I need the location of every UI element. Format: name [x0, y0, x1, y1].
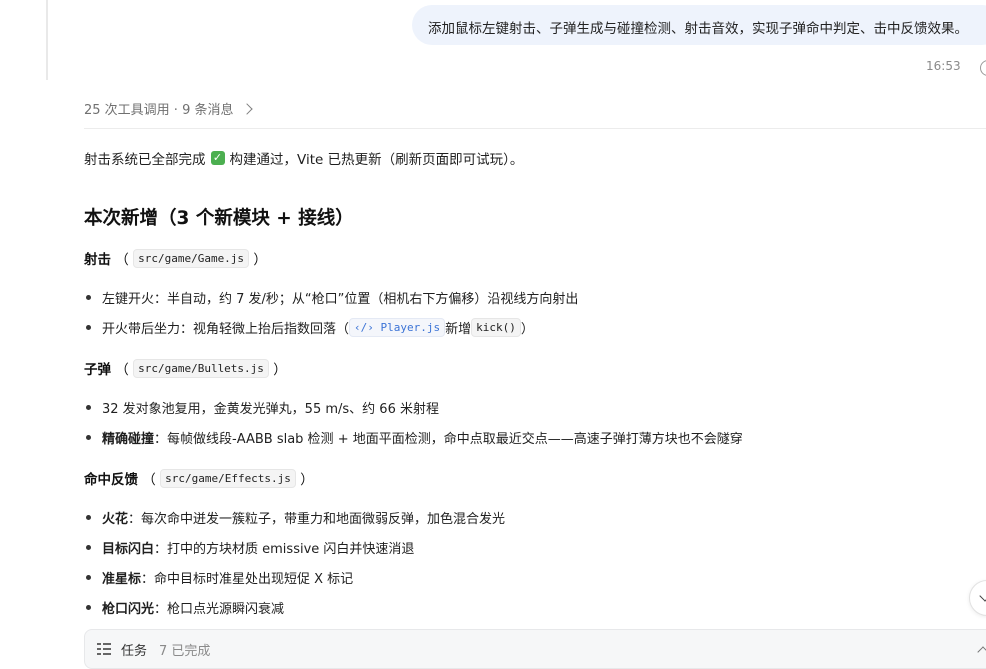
list-item: 目标闪白 ：打中的方块材质 emissive 闪白并快速消退 — [86, 538, 414, 557]
bullet-dot — [86, 575, 91, 580]
intro-line: 射击系统已全部完成 ✓ 构建通过，Vite 已热更新（刷新页面即可试玩）。 — [84, 148, 523, 168]
code-icon: ‹/› — [354, 321, 374, 334]
list-item-bold: 精确碰撞 — [102, 432, 155, 447]
list-item-text: ：每帧做线段-AABB slab 检测 + 地面平面检测，命中点取最近交点——高… — [154, 432, 743, 447]
list-item-text: 左键开火：半自动，约 7 发/秒；从“枪口”位置（相机右下方偏移）沿视线方向射出 — [102, 292, 579, 307]
list-item: 精确碰撞 ：每帧做线段-AABB slab 检测 + 地面平面检测，命中点取最近… — [86, 428, 743, 447]
chevron-right-icon — [241, 102, 254, 115]
file-path-code: src/game/Bullets.js — [133, 358, 269, 378]
bullet-dot — [86, 405, 91, 410]
scroll-to-bottom-button[interactable] — [969, 580, 986, 616]
tasks-label: 任务 — [121, 643, 148, 659]
list-item: 火花 ：每次命中迸发一簇粒子，带重力和地面微弱反弹，加色混合发光 — [86, 508, 505, 527]
user-message-text: 添加鼠标左键射击、子弹生成与碰撞检测、射击音效，实现子弹命中判定、击中反馈效果。 — [428, 21, 968, 37]
list-item-text: ：打中的方块材质 emissive 闪白并快速消退 — [154, 542, 415, 557]
list-item-bold: 准星标 — [102, 572, 142, 587]
tool-calls-summary[interactable]: 25 次工具调用 · 9 条消息 — [84, 99, 254, 118]
tasks-count: 7 已完成 — [159, 643, 211, 659]
list-item-text: 32 发对象池复用，金黄发光弹丸，55 m/s、约 66 米射程 — [102, 402, 439, 417]
chevron-down-icon — [979, 590, 986, 602]
list-item-text: ：每次命中迸发一簇粒子，带重力和地面微弱反弹，加色混合发光 — [128, 512, 506, 527]
copy-icon[interactable] — [980, 60, 986, 76]
list-item: 32 发对象池复用，金黄发光弹丸，55 m/s、约 66 米射程 — [86, 398, 439, 417]
list-item-bold: 枪口闪光 — [102, 602, 155, 617]
bullet-dot — [86, 515, 91, 520]
tasks-panel[interactable]: 任务 7 已完成 — [84, 629, 986, 669]
subsection-title-hit-feedback: 命中反馈 （ src/game/Effects.js ） — [84, 468, 314, 488]
list-item: 开火带后坐力：视角轻微上抬后指数回落（ ‹/› Player.js 新增 kic… — [86, 318, 534, 337]
list-item: 枪口闪光 ：枪口点光源瞬闪衰减 — [86, 598, 284, 617]
divider — [84, 128, 986, 129]
list-item-text: ：枪口点光源瞬闪衰减 — [154, 602, 285, 617]
bullet-dot — [86, 545, 91, 550]
tool-calls-summary-text: 25 次工具调用 · 9 条消息 — [84, 103, 234, 118]
bullet-dot — [86, 325, 91, 330]
subsection-title: 射击 — [84, 252, 111, 268]
list-item-mid: 新增 — [445, 322, 472, 337]
list-item: 准星标 ：命中目标时准星处出现短促 X 标记 — [86, 568, 353, 587]
file-link[interactable]: ‹/› Player.js — [349, 318, 446, 337]
file-link-label: Player.js — [380, 321, 441, 334]
file-path-code: src/game/Effects.js — [160, 468, 296, 488]
list-item-text: 开火带后坐力：视角轻微上抬后指数回落（ — [102, 322, 350, 337]
bullet-dot — [86, 605, 91, 610]
chevron-up-icon[interactable] — [977, 646, 986, 658]
message-time: 16:53 — [926, 59, 961, 73]
bullet-dot — [86, 295, 91, 300]
section-heading: 本次新增（3 个新模块 + 接线） — [84, 208, 354, 229]
left-rule — [46, 0, 48, 80]
list-item-bold: 目标闪白 — [102, 542, 155, 557]
intro-after: 构建通过，Vite 已热更新（刷新页面即可试玩）。 — [229, 152, 524, 168]
bullet-dot — [86, 435, 91, 440]
list-item: 左键开火：半自动，约 7 发/秒；从“枪口”位置（相机右下方偏移）沿视线方向射出 — [86, 288, 578, 307]
list-item-end: ） — [520, 322, 534, 337]
list-item-text: ：命中目标时准星处出现短促 X 标记 — [141, 572, 354, 587]
list-icon — [97, 643, 111, 655]
list-item-bold: 火花 — [102, 512, 129, 527]
subsection-title: 子弹 — [84, 362, 111, 378]
subsection-title: 命中反馈 — [84, 472, 138, 488]
check-mark-icon: ✓ — [210, 151, 225, 165]
user-message-bubble: 添加鼠标左键射击、子弹生成与碰撞检测、射击音效，实现子弹命中判定、击中反馈效果。 — [412, 5, 986, 45]
subsection-title-shooting: 射击 （ src/game/Game.js ） — [84, 248, 267, 268]
inline-code: kick() — [471, 318, 521, 337]
file-path-code: src/game/Game.js — [133, 248, 250, 268]
intro-before: 射击系统已全部完成 — [84, 152, 206, 168]
subsection-title-bullets: 子弹 （ src/game/Bullets.js ） — [84, 358, 287, 378]
